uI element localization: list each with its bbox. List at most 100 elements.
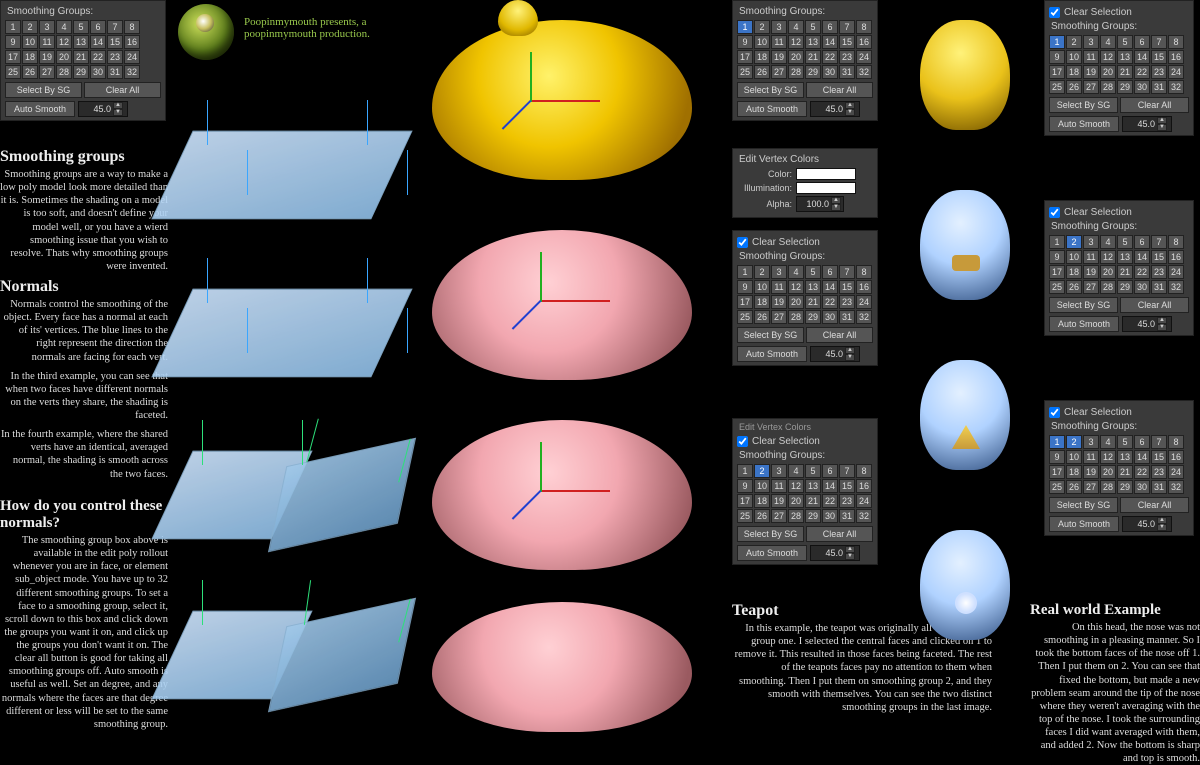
select-by-sg-button[interactable]: Select By SG bbox=[5, 82, 82, 98]
angle-input[interactable] bbox=[811, 349, 845, 359]
select-by-sg-button[interactable]: Select By SG bbox=[1049, 497, 1118, 513]
sg-button-21[interactable]: 21 bbox=[1117, 465, 1133, 479]
sg-button-19[interactable]: 19 bbox=[1083, 65, 1099, 79]
sg-button-4[interactable]: 4 bbox=[1100, 235, 1116, 249]
sg-button-6[interactable]: 6 bbox=[822, 265, 838, 279]
sg-button-31[interactable]: 31 bbox=[839, 65, 855, 79]
spin-down-icon[interactable]: ▼ bbox=[845, 354, 855, 361]
clear-selection-checkbox[interactable] bbox=[737, 436, 748, 447]
sg-button-24[interactable]: 24 bbox=[124, 50, 140, 64]
sg-button-6[interactable]: 6 bbox=[90, 20, 106, 34]
sg-button-19[interactable]: 19 bbox=[771, 50, 787, 64]
sg-button-4[interactable]: 4 bbox=[1100, 435, 1116, 449]
sg-button-11[interactable]: 11 bbox=[39, 35, 55, 49]
spin-up-icon[interactable]: ▲ bbox=[831, 197, 841, 204]
angle-input[interactable] bbox=[811, 104, 845, 114]
sg-button-10[interactable]: 10 bbox=[754, 35, 770, 49]
sg-button-21[interactable]: 21 bbox=[1117, 265, 1133, 279]
sg-button-17[interactable]: 17 bbox=[737, 50, 753, 64]
sg-button-7[interactable]: 7 bbox=[1151, 35, 1167, 49]
sg-button-2[interactable]: 2 bbox=[754, 464, 770, 478]
sg-button-11[interactable]: 11 bbox=[1083, 450, 1099, 464]
sg-button-19[interactable]: 19 bbox=[1083, 265, 1099, 279]
sg-button-5[interactable]: 5 bbox=[1117, 435, 1133, 449]
sg-button-22[interactable]: 22 bbox=[822, 295, 838, 309]
sg-button-23[interactable]: 23 bbox=[839, 494, 855, 508]
sg-button-3[interactable]: 3 bbox=[1083, 435, 1099, 449]
sg-button-23[interactable]: 23 bbox=[1151, 465, 1167, 479]
sg-button-2[interactable]: 2 bbox=[1066, 235, 1082, 249]
sg-button-24[interactable]: 24 bbox=[1168, 465, 1184, 479]
angle-input[interactable] bbox=[1123, 519, 1157, 529]
sg-button-19[interactable]: 19 bbox=[39, 50, 55, 64]
sg-button-24[interactable]: 24 bbox=[1168, 265, 1184, 279]
sg-button-1[interactable]: 1 bbox=[737, 20, 753, 34]
sg-button-28[interactable]: 28 bbox=[1100, 80, 1116, 94]
sg-button-23[interactable]: 23 bbox=[839, 50, 855, 64]
spin-down-icon[interactable]: ▼ bbox=[1157, 124, 1167, 131]
sg-button-11[interactable]: 11 bbox=[1083, 50, 1099, 64]
sg-button-7[interactable]: 7 bbox=[839, 20, 855, 34]
sg-button-3[interactable]: 3 bbox=[771, 265, 787, 279]
sg-button-13[interactable]: 13 bbox=[805, 280, 821, 294]
sg-button-4[interactable]: 4 bbox=[788, 265, 804, 279]
sg-button-14[interactable]: 14 bbox=[90, 35, 106, 49]
sg-button-3[interactable]: 3 bbox=[1083, 235, 1099, 249]
sg-button-12[interactable]: 12 bbox=[1100, 250, 1116, 264]
sg-button-13[interactable]: 13 bbox=[805, 35, 821, 49]
sg-button-20[interactable]: 20 bbox=[788, 295, 804, 309]
sg-button-20[interactable]: 20 bbox=[788, 50, 804, 64]
sg-button-25[interactable]: 25 bbox=[1049, 480, 1065, 494]
sg-button-13[interactable]: 13 bbox=[1117, 250, 1133, 264]
spin-down-icon[interactable]: ▼ bbox=[831, 204, 841, 211]
sg-button-25[interactable]: 25 bbox=[737, 65, 753, 79]
select-by-sg-button[interactable]: Select By SG bbox=[737, 327, 804, 343]
sg-button-7[interactable]: 7 bbox=[1151, 435, 1167, 449]
sg-button-22[interactable]: 22 bbox=[822, 50, 838, 64]
sg-button-30[interactable]: 30 bbox=[822, 509, 838, 523]
sg-button-13[interactable]: 13 bbox=[1117, 50, 1133, 64]
sg-button-21[interactable]: 21 bbox=[805, 295, 821, 309]
sg-button-16[interactable]: 16 bbox=[124, 35, 140, 49]
angle-input[interactable] bbox=[1123, 119, 1157, 129]
sg-button-8[interactable]: 8 bbox=[1168, 235, 1184, 249]
sg-button-3[interactable]: 3 bbox=[1083, 35, 1099, 49]
sg-button-9[interactable]: 9 bbox=[737, 35, 753, 49]
select-by-sg-button[interactable]: Select By SG bbox=[737, 82, 804, 98]
sg-button-28[interactable]: 28 bbox=[56, 65, 72, 79]
sg-button-31[interactable]: 31 bbox=[107, 65, 123, 79]
sg-button-24[interactable]: 24 bbox=[856, 494, 872, 508]
angle-spinner[interactable]: ▲▼ bbox=[78, 101, 128, 117]
sg-button-4[interactable]: 4 bbox=[1100, 35, 1116, 49]
sg-button-27[interactable]: 27 bbox=[1083, 80, 1099, 94]
sg-button-5[interactable]: 5 bbox=[805, 265, 821, 279]
sg-button-6[interactable]: 6 bbox=[1134, 235, 1150, 249]
auto-smooth-button[interactable]: Auto Smooth bbox=[737, 101, 807, 117]
spin-up-icon[interactable]: ▲ bbox=[1157, 117, 1167, 124]
sg-button-14[interactable]: 14 bbox=[1134, 450, 1150, 464]
sg-button-22[interactable]: 22 bbox=[1134, 65, 1150, 79]
sg-button-25[interactable]: 25 bbox=[1049, 80, 1065, 94]
sg-button-12[interactable]: 12 bbox=[788, 479, 804, 493]
sg-button-29[interactable]: 29 bbox=[805, 509, 821, 523]
sg-button-31[interactable]: 31 bbox=[1151, 280, 1167, 294]
spin-up-icon[interactable]: ▲ bbox=[845, 347, 855, 354]
sg-button-14[interactable]: 14 bbox=[1134, 250, 1150, 264]
clear-selection-checkbox[interactable] bbox=[1049, 207, 1060, 218]
sg-button-6[interactable]: 6 bbox=[1134, 35, 1150, 49]
angle-spinner[interactable]: ▲▼ bbox=[810, 545, 860, 561]
auto-smooth-button[interactable]: Auto Smooth bbox=[1049, 116, 1119, 132]
sg-button-29[interactable]: 29 bbox=[805, 310, 821, 324]
sg-button-24[interactable]: 24 bbox=[1168, 65, 1184, 79]
sg-button-14[interactable]: 14 bbox=[1134, 50, 1150, 64]
sg-button-21[interactable]: 21 bbox=[805, 50, 821, 64]
sg-button-17[interactable]: 17 bbox=[1049, 465, 1065, 479]
sg-button-8[interactable]: 8 bbox=[856, 265, 872, 279]
sg-button-28[interactable]: 28 bbox=[1100, 480, 1116, 494]
sg-button-20[interactable]: 20 bbox=[788, 494, 804, 508]
sg-button-26[interactable]: 26 bbox=[1066, 280, 1082, 294]
sg-button-5[interactable]: 5 bbox=[805, 464, 821, 478]
clear-all-button[interactable]: Clear All bbox=[806, 327, 873, 343]
sg-button-3[interactable]: 3 bbox=[771, 20, 787, 34]
spin-up-icon[interactable]: ▲ bbox=[1157, 317, 1167, 324]
